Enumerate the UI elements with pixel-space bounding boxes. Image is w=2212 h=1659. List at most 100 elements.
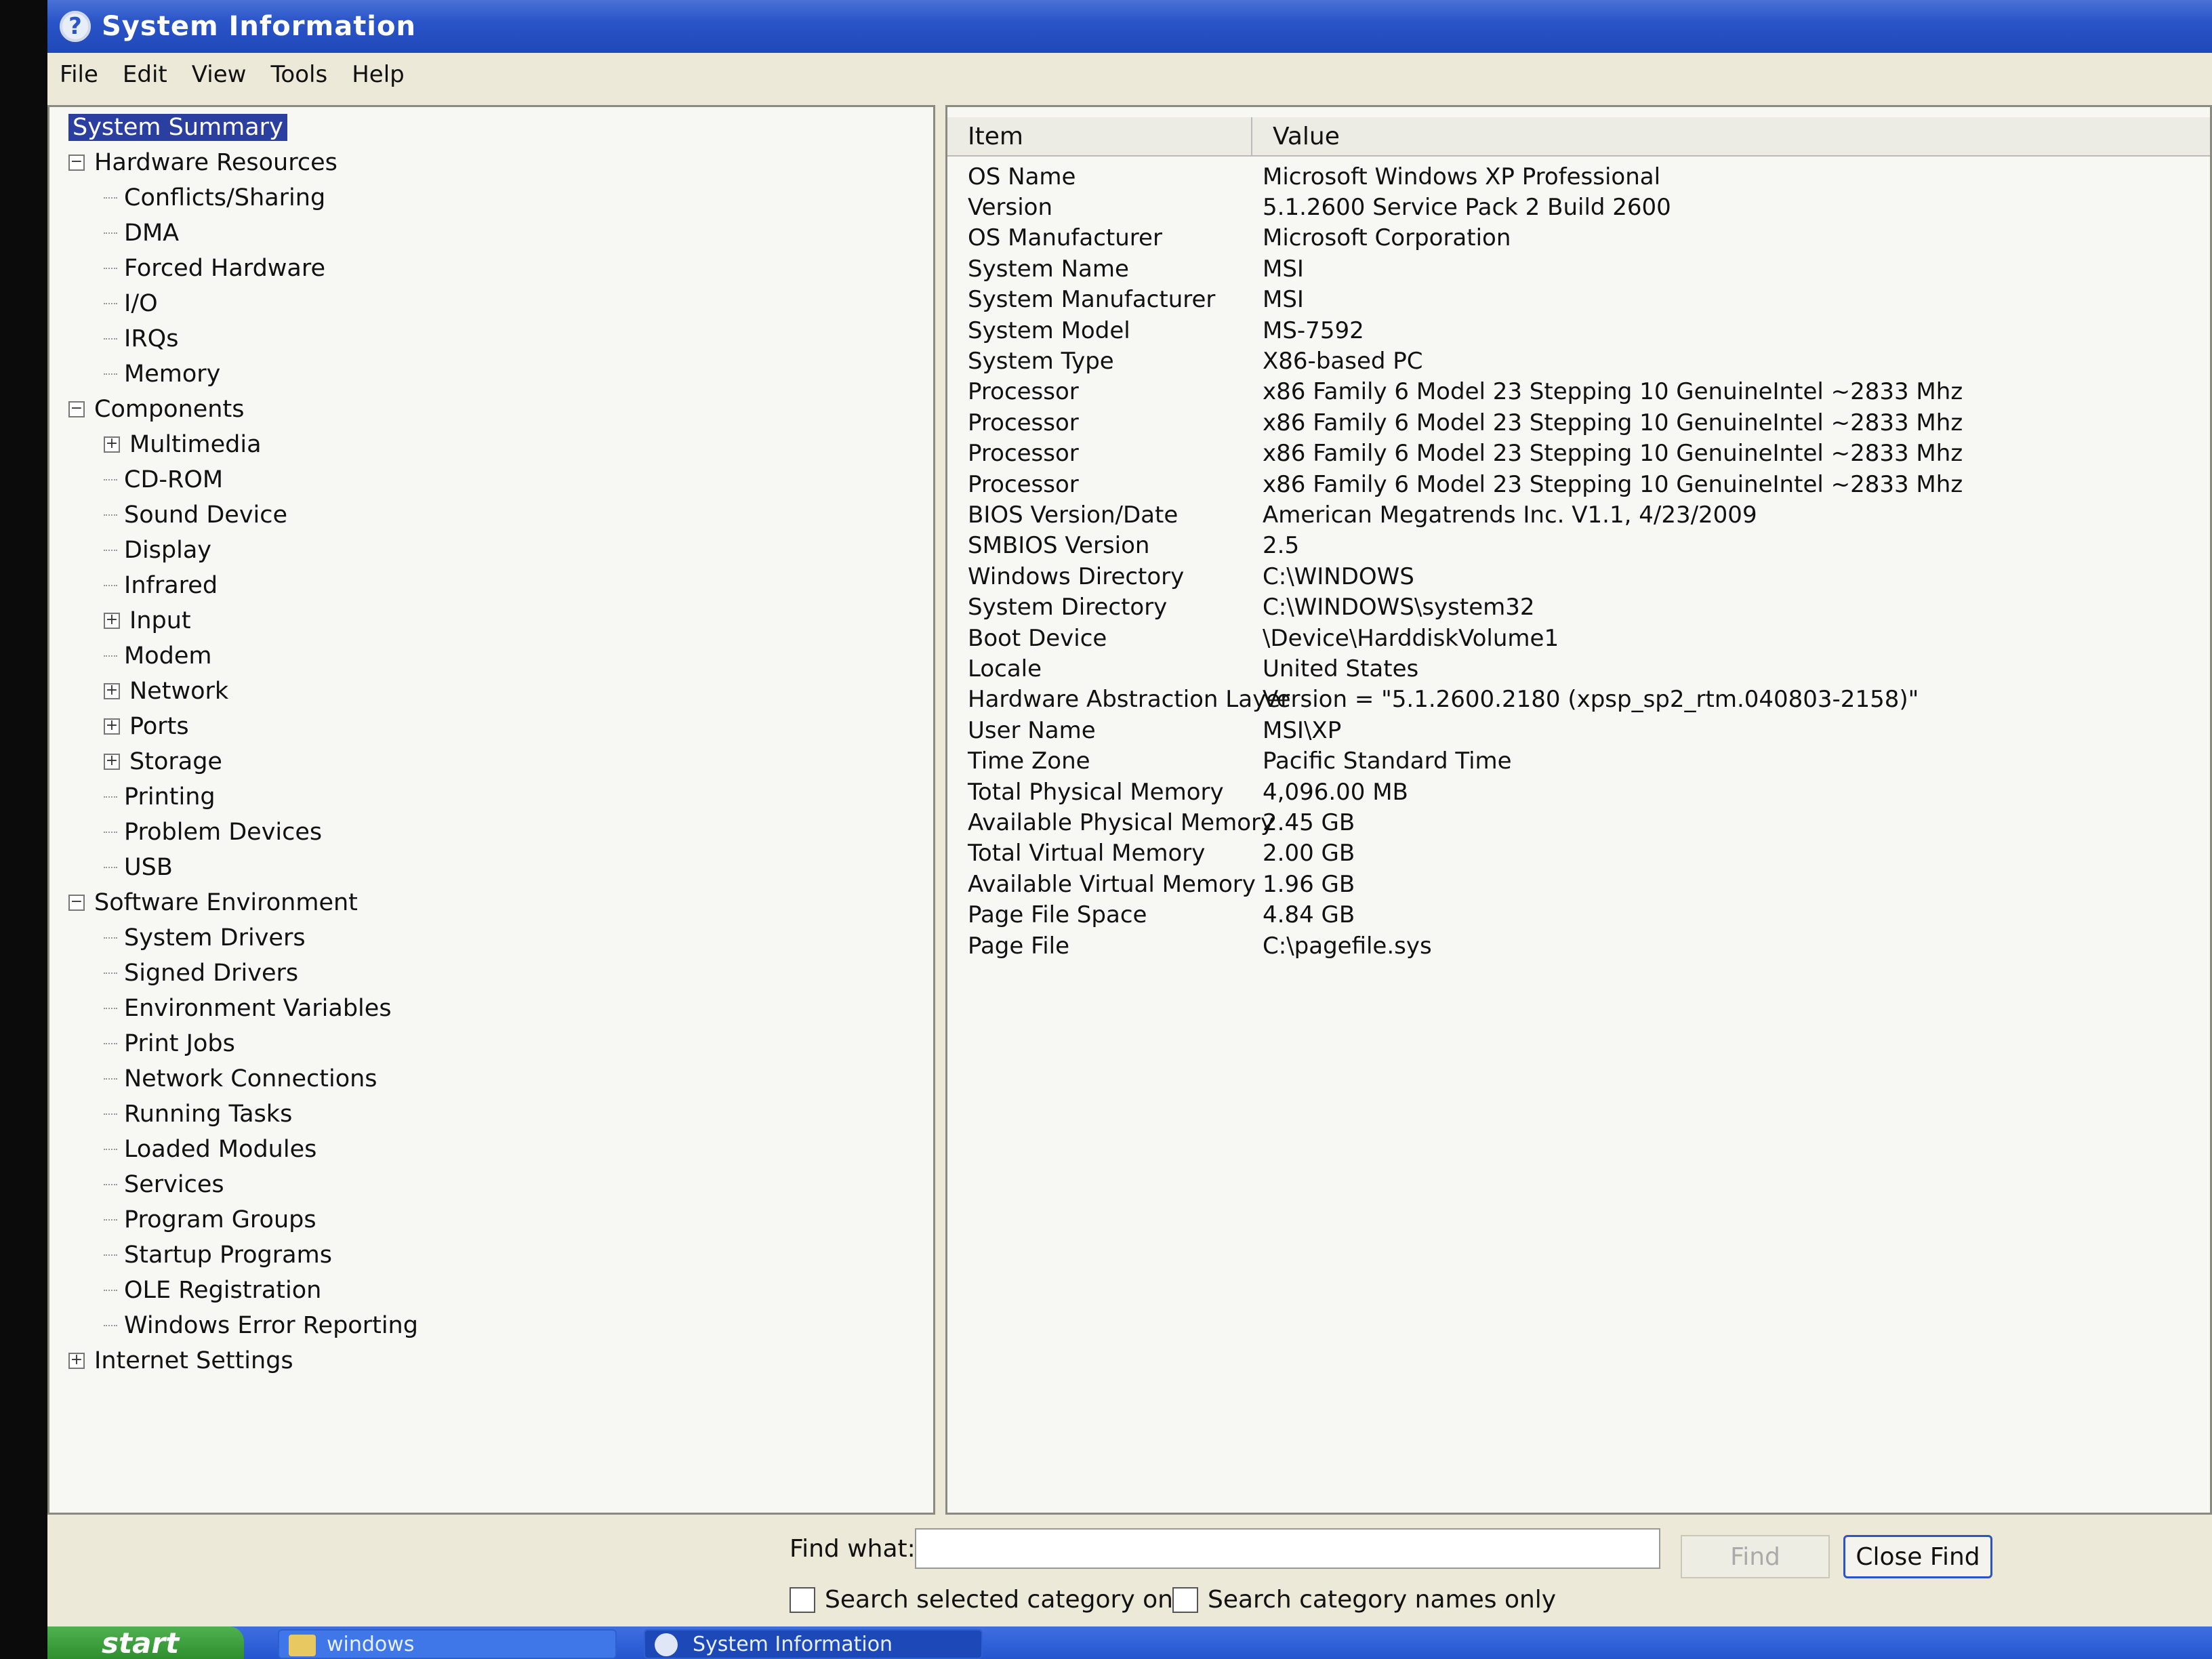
collapse-icon[interactable]: − (68, 401, 85, 417)
tree-item-system-summary[interactable]: System Summary (68, 110, 287, 144)
table-row[interactable]: Page File C:\pagefile.sys (947, 930, 2210, 961)
column-header-value[interactable]: Value (1252, 117, 2210, 155)
tree-item-storage[interactable]: + Storage (104, 745, 222, 779)
table-row[interactable]: OS Manufacturer Microsoft Corporation (947, 223, 2210, 253)
expand-icon[interactable]: + (104, 436, 120, 453)
table-row[interactable]: Processor x86 Family 6 Model 23 Stepping … (947, 377, 2210, 407)
cell-value: MSI (1263, 286, 1304, 314)
tree-item-windows-error-reporting[interactable]: Windows Error Reporting (104, 1309, 418, 1343)
tree-item-system-drivers[interactable]: System Drivers (104, 921, 306, 955)
tree-item-usb[interactable]: USB (104, 851, 173, 884)
tree-item-network[interactable]: + Network (104, 674, 228, 708)
tree-item-problem-devices[interactable]: Problem Devices (104, 815, 322, 849)
table-row[interactable]: Processor x86 Family 6 Model 23 Stepping … (947, 469, 2210, 499)
tree-item-hardware-resources[interactable]: − Hardware Resources (68, 146, 337, 180)
table-row[interactable]: Windows Directory C:\WINDOWS (947, 561, 2210, 592)
table-row[interactable]: Total Virtual Memory 2.00 GB (947, 838, 2210, 869)
table-row[interactable]: SMBIOS Version 2.5 (947, 531, 2210, 561)
table-row[interactable]: Hardware Abstraction Layer Version = "5.1… (947, 684, 2210, 715)
menu-file[interactable]: File (47, 61, 110, 88)
table-row[interactable]: System Manufacturer MSI (947, 285, 2210, 315)
search-selected-category-checkbox[interactable] (790, 1586, 815, 1613)
menu-help[interactable]: Help (340, 61, 417, 88)
tree-item-infrared[interactable]: Infrared (104, 569, 218, 602)
expand-icon[interactable]: + (68, 1353, 85, 1369)
title-bar[interactable]: ? System Information (47, 0, 2212, 53)
tree-item-i-o[interactable]: I/O (104, 287, 158, 321)
cell-item: Processor (968, 378, 1079, 406)
close-find-button[interactable]: Close Find (1843, 1535, 1992, 1578)
cell-value: Pacific Standard Time (1263, 747, 1512, 775)
table-row[interactable]: System Type X86-based PC (947, 346, 2210, 376)
collapse-icon[interactable]: − (68, 155, 85, 171)
column-header-item[interactable]: Item (947, 117, 1252, 155)
tree-item-ole-registration[interactable]: OLE Registration (104, 1273, 321, 1307)
table-row[interactable]: System Name MSI (947, 253, 2210, 284)
search-category-names-option[interactable]: Search category names only (1172, 1586, 1556, 1614)
table-row[interactable]: OS Name Microsoft Windows XP Professional (947, 161, 2210, 192)
tree-item-loaded-modules[interactable]: Loaded Modules (104, 1132, 316, 1166)
tree-item-forced-hardware[interactable]: Forced Hardware (104, 251, 325, 285)
table-row[interactable]: Version 5.1.2600 Service Pack 2 Build 260… (947, 192, 2210, 222)
table-row[interactable]: Boot Device \Device\HarddiskVolume1 (947, 623, 2210, 653)
table-row[interactable]: BIOS Version/Date American Megatrends Inc… (947, 499, 2210, 530)
tree-item-dma[interactable]: DMA (104, 216, 179, 250)
details-list[interactable]: Item Value OS Name Microsoft Windows XP P… (945, 105, 2212, 1515)
table-row[interactable]: Available Physical Memory 2.45 GB (947, 807, 2210, 838)
search-selected-category-option[interactable]: Search selected category only (790, 1586, 1194, 1614)
taskbar-item-system-information[interactable]: System Information (644, 1629, 983, 1659)
table-row[interactable]: User Name MSI\XP (947, 715, 2210, 745)
tree-item-network-connections[interactable]: Network Connections (104, 1062, 377, 1096)
start-button[interactable]: start (47, 1626, 244, 1659)
expand-icon[interactable]: + (104, 683, 120, 699)
table-row[interactable]: Available Virtual Memory 1.96 GB (947, 869, 2210, 899)
collapse-icon[interactable]: − (68, 895, 85, 911)
tree-item-input[interactable]: + Input (104, 604, 191, 638)
table-row[interactable]: Total Physical Memory 4,096.00 MB (947, 777, 2210, 807)
tree-item-running-tasks[interactable]: Running Tasks (104, 1097, 292, 1131)
expand-icon[interactable]: + (104, 613, 120, 629)
menu-edit[interactable]: Edit (110, 61, 180, 88)
find-button[interactable]: Find (1681, 1535, 1830, 1578)
search-category-names-checkbox[interactable] (1172, 1586, 1198, 1613)
tree-connector (104, 1219, 117, 1221)
taskbar-item-windows[interactable]: windows (278, 1629, 617, 1659)
tree-item-services[interactable]: Services (104, 1168, 224, 1202)
tree-item-environment-variables[interactable]: Environment Variables (104, 991, 392, 1025)
tree-item-program-groups[interactable]: Program Groups (104, 1203, 316, 1237)
tree-connector (104, 1184, 117, 1185)
table-row[interactable]: System Directory C:\WINDOWS\system32 (947, 592, 2210, 623)
tree-item-display[interactable]: Display (104, 533, 211, 567)
cell-item: Version (968, 193, 1053, 221)
tree-item-modem[interactable]: Modem (104, 639, 211, 673)
table-row[interactable]: System Model MS-7592 (947, 315, 2210, 346)
tree-item-internet-settings[interactable]: + Internet Settings (68, 1344, 293, 1378)
tree-item-cd-rom[interactable]: CD-ROM (104, 463, 223, 497)
table-row[interactable]: Processor x86 Family 6 Model 23 Stepping … (947, 438, 2210, 469)
tree-item-conflicts-sharing[interactable]: Conflicts/Sharing (104, 181, 325, 215)
table-row[interactable]: Time Zone Pacific Standard Time (947, 746, 2210, 777)
cell-value: C:\pagefile.sys (1263, 932, 1432, 960)
tree-item-multimedia[interactable]: + Multimedia (104, 428, 262, 462)
menu-tools[interactable]: Tools (258, 61, 340, 88)
tree-item-ports[interactable]: + Ports (104, 710, 189, 743)
tree-item-print-jobs[interactable]: Print Jobs (104, 1027, 235, 1061)
tree-item-startup-programs[interactable]: Startup Programs (104, 1238, 332, 1272)
cell-value: x86 Family 6 Model 23 Stepping 10 Genuin… (1263, 378, 1963, 406)
table-row[interactable]: Locale United States (947, 653, 2210, 684)
cell-value: MS-7592 (1263, 316, 1364, 344)
tree-item-memory[interactable]: Memory (104, 357, 220, 391)
find-input[interactable] (915, 1528, 1660, 1569)
menu-view[interactable]: View (180, 61, 259, 88)
tree-item-signed-drivers[interactable]: Signed Drivers (104, 956, 298, 990)
tree-item-software-environment[interactable]: − Software Environment (68, 886, 358, 920)
category-tree[interactable]: System Summary − Hardware Resources Conflic… (47, 105, 935, 1515)
tree-item-irqs[interactable]: IRQs (104, 322, 178, 356)
expand-icon[interactable]: + (104, 754, 120, 770)
tree-item-sound-device[interactable]: Sound Device (104, 498, 287, 532)
tree-item-printing[interactable]: Printing (104, 780, 216, 814)
table-row[interactable]: Page File Space 4.84 GB (947, 900, 2210, 930)
tree-item-components[interactable]: − Components (68, 392, 244, 426)
expand-icon[interactable]: + (104, 718, 120, 735)
table-row[interactable]: Processor x86 Family 6 Model 23 Stepping … (947, 407, 2210, 438)
